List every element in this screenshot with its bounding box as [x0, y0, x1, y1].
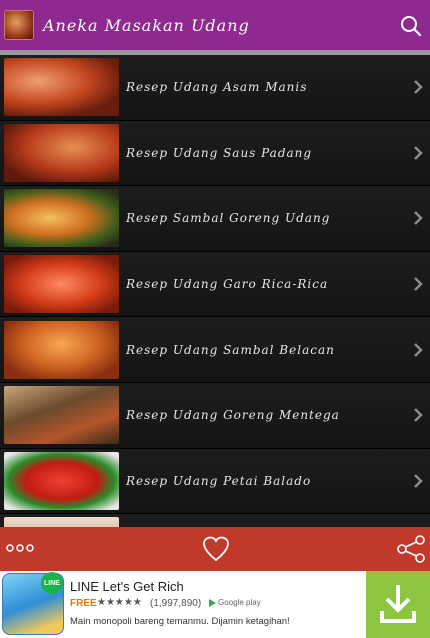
recipe-thumbnail	[4, 386, 119, 445]
recipe-list-item[interactable]: Resep Udang Goreng Mentega	[0, 382, 430, 449]
recipe-thumbnail	[4, 123, 119, 182]
download-icon	[380, 585, 416, 623]
ad-description: Main monopoli bareng temanmu. Dijamin ke…	[70, 616, 290, 627]
recipe-list-item[interactable]: Resep Udang Petai Balado	[0, 448, 430, 515]
recipe-list-item[interactable]: Resep Udang Asam Manis	[0, 55, 430, 121]
ad-rating-stars: ★★★★★	[97, 597, 142, 608]
recipe-title: Resep Udang Goreng Mentega	[126, 408, 340, 423]
recipe-thumbnail	[4, 320, 119, 379]
recipe-list[interactable]: Resep Udang Asam Manis Resep Udang Saus …	[0, 55, 430, 527]
chevron-right-icon	[414, 80, 423, 95]
recipe-title: Resep Sambal Goreng Udang	[126, 211, 331, 226]
ad-download-button[interactable]	[366, 571, 430, 638]
recipe-list-item[interactable]	[0, 514, 430, 527]
ad-title[interactable]: LINE Let's Get Rich	[70, 579, 184, 594]
app-bar: Aneka Masakan Udang	[0, 0, 430, 50]
recipe-thumbnail	[4, 255, 119, 314]
chevron-right-icon	[414, 146, 423, 160]
recipe-thumbnail	[4, 58, 119, 117]
recipe-list-item[interactable]: Resep Udang Garo Rica-Rica	[0, 251, 430, 318]
chevron-right-icon	[414, 408, 423, 423]
ad-rating-count: (1,997,890)	[150, 598, 202, 609]
ad-banner[interactable]: LINE LINE Let's Get Rich FREE ★★★★★ (1,9…	[0, 571, 430, 638]
chevron-right-icon	[414, 342, 423, 357]
app-logo-icon[interactable]	[4, 10, 34, 40]
recipe-thumbnail	[4, 451, 119, 510]
more-icon[interactable]	[6, 541, 34, 555]
chevron-right-icon	[414, 277, 423, 291]
share-icon[interactable]	[396, 534, 426, 564]
ad-price: FREE	[70, 598, 97, 609]
recipe-title: Resep Udang Sambal Belacan	[126, 342, 335, 357]
recipe-thumbnail	[4, 189, 119, 248]
recipe-list-item[interactable]: Resep Sambal Goreng Udang	[0, 186, 430, 252]
google-play-text: Google play	[218, 598, 261, 607]
recipe-title: Resep Udang Saus Padang	[126, 145, 313, 160]
heart-icon[interactable]	[202, 535, 230, 563]
recipe-list-item[interactable]: Resep Udang Saus Padang	[0, 120, 430, 187]
google-play-label: Google play	[209, 598, 261, 607]
chevron-right-icon	[414, 473, 423, 488]
recipe-list-item[interactable]: Resep Udang Sambal Belacan	[0, 317, 430, 383]
bottom-action-bar	[0, 527, 430, 571]
google-play-icon	[209, 598, 216, 607]
recipe-title: Resep Udang Asam Manis	[126, 80, 308, 95]
recipe-title: Resep Udang Petai Balado	[126, 473, 312, 488]
search-icon[interactable]	[400, 15, 422, 37]
chevron-right-icon	[414, 211, 423, 226]
line-badge-icon: LINE	[41, 572, 63, 594]
recipe-thumbnail	[4, 517, 119, 527]
recipe-title: Resep Udang Garo Rica-Rica	[126, 277, 329, 292]
app-title: Aneka Masakan Udang	[43, 15, 250, 35]
